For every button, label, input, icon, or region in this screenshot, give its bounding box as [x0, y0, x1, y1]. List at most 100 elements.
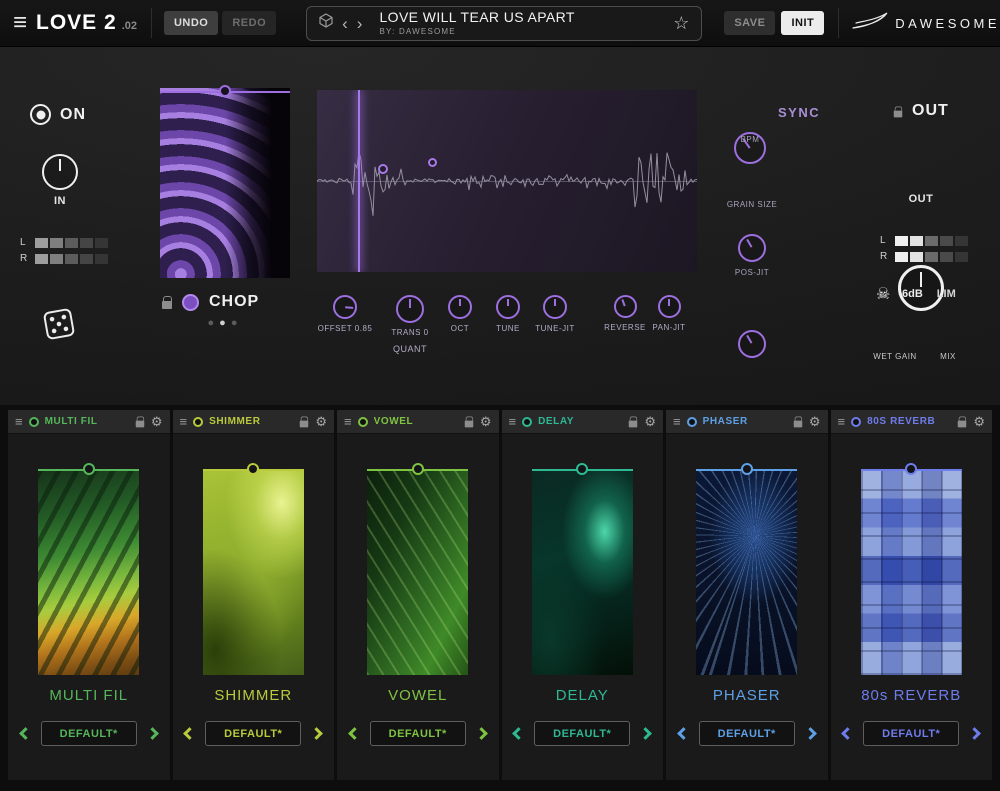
oct-knob[interactable]: [448, 295, 472, 319]
fx-next-preset-button[interactable]: [639, 727, 652, 740]
waveform-display[interactable]: [317, 90, 697, 272]
quant-label[interactable]: QUANT: [375, 344, 445, 354]
grain-size-knob[interactable]: [738, 234, 766, 262]
out-lock-icon[interactable]: [894, 110, 903, 117]
fx-enable-led[interactable]: [358, 417, 368, 427]
fx-enable-led[interactable]: [522, 417, 532, 427]
fx-next-preset-button[interactable]: [475, 727, 488, 740]
fx-prev-preset-button[interactable]: [348, 727, 361, 740]
tune-jit-knob[interactable]: [543, 295, 567, 319]
fx-prev-preset-button[interactable]: [841, 727, 854, 740]
fx-prev-preset-button[interactable]: [19, 727, 32, 740]
fx-menu-icon[interactable]: ≡: [509, 415, 517, 428]
fx-lock-icon[interactable]: [794, 421, 803, 428]
limiter-label: LIM: [937, 288, 956, 300]
fx-gear-icon[interactable]: ⚙: [973, 415, 985, 428]
chop-toggle[interactable]: [182, 294, 199, 311]
offset-knob[interactable]: [333, 295, 357, 319]
fx-preset-select[interactable]: DEFAULT*: [534, 721, 630, 746]
fx-artwork[interactable]: [532, 470, 633, 675]
fx-lock-icon[interactable]: [629, 421, 638, 428]
fx-slider-handle[interactable]: [247, 463, 259, 475]
fx-enable-led[interactable]: [851, 417, 861, 427]
fx-menu-icon[interactable]: ≡: [673, 415, 681, 428]
next-preset-button[interactable]: ›: [357, 15, 363, 32]
fx-menu-icon[interactable]: ≡: [180, 415, 188, 428]
fx-artwork[interactable]: [38, 470, 139, 675]
grain-marker: [378, 164, 388, 174]
fx-name: 80S REVERB: [867, 416, 951, 427]
fx-slider-handle[interactable]: [905, 463, 917, 475]
on-toggle[interactable]: ON: [30, 104, 86, 125]
fx-next-preset-button[interactable]: [968, 727, 981, 740]
fx-gear-icon[interactable]: ⚙: [480, 415, 492, 428]
fx-gear-icon[interactable]: ⚙: [315, 415, 327, 428]
trans-knob[interactable]: [396, 295, 424, 323]
fx-enable-led[interactable]: [29, 417, 39, 427]
meter-segments: [895, 236, 968, 246]
mix-label: MIX: [928, 352, 968, 361]
fx-slider-handle[interactable]: [412, 463, 424, 475]
fx-preset-select[interactable]: DEFAULT*: [205, 721, 301, 746]
in-knob[interactable]: [42, 154, 78, 190]
chop-label: CHOP: [209, 293, 259, 311]
chop-page-dots[interactable]: ●●●: [160, 317, 290, 329]
source-position-handle[interactable]: [219, 85, 231, 97]
fx-gear-icon[interactable]: ⚙: [151, 415, 163, 428]
on-toggle-ring[interactable]: [30, 104, 51, 125]
fx-lock-icon[interactable]: [136, 421, 145, 428]
fx-preset-select[interactable]: DEFAULT*: [699, 721, 795, 746]
fx-menu-icon[interactable]: ≡: [15, 415, 23, 428]
fx-lock-icon[interactable]: [465, 421, 474, 428]
fx-slider-handle[interactable]: [83, 463, 95, 475]
fx-title: SHIMMER: [214, 687, 292, 704]
randomize-dice-icon[interactable]: [38, 302, 80, 351]
fx-artwork[interactable]: [203, 470, 304, 675]
source-artwork[interactable]: [160, 88, 290, 278]
fx-next-preset-button[interactable]: [146, 727, 159, 740]
fx-artwork[interactable]: [696, 470, 797, 675]
init-button[interactable]: INIT: [781, 11, 824, 35]
fx-enable-led[interactable]: [193, 417, 203, 427]
pos-jit-knob[interactable]: [738, 330, 766, 358]
limiter-skull-icon[interactable]: ☠: [876, 284, 890, 304]
favorite-star-icon[interactable]: ☆: [673, 13, 689, 34]
tune-knob[interactable]: [496, 295, 520, 319]
fx-module-multi-fil: ≡ MULTI FIL ⚙ MULTI FIL DEFAULT*: [8, 410, 170, 780]
redo-button[interactable]: REDO: [222, 11, 276, 35]
menu-icon[interactable]: ≡: [13, 11, 27, 35]
fx-prev-preset-button[interactable]: [512, 727, 525, 740]
fx-gear-icon[interactable]: ⚙: [644, 415, 656, 428]
fx-artwork[interactable]: [861, 470, 962, 675]
fx-enable-led[interactable]: [687, 417, 697, 427]
fx-preset-name: DEFAULT*: [882, 728, 940, 740]
chop-lock-icon[interactable]: [162, 301, 172, 309]
fx-preset-select[interactable]: DEFAULT*: [370, 721, 466, 746]
fx-menu-icon[interactable]: ≡: [838, 415, 846, 428]
brand-logo: DAWESOME: [852, 11, 1000, 36]
fx-preset-row: DEFAULT*: [843, 721, 979, 746]
fx-artwork[interactable]: [367, 470, 468, 675]
fx-preset-select[interactable]: DEFAULT*: [41, 721, 137, 746]
fx-preset-name: DEFAULT*: [553, 728, 611, 740]
preset-browser[interactable]: ‹ › LOVE WILL TEAR US APART BY: DAWESOME…: [306, 6, 702, 41]
fx-gear-icon[interactable]: ⚙: [809, 415, 821, 428]
fx-lock-icon[interactable]: [300, 421, 309, 428]
fx-prev-preset-button[interactable]: [183, 727, 196, 740]
fx-next-preset-button[interactable]: [804, 727, 817, 740]
fx-preset-select[interactable]: DEFAULT*: [863, 721, 959, 746]
fx-prev-preset-button[interactable]: [677, 727, 690, 740]
prev-preset-button[interactable]: ‹: [342, 15, 348, 32]
fx-menu-icon[interactable]: ≡: [344, 415, 352, 428]
preset-cube-icon: [319, 13, 333, 33]
undo-button[interactable]: UNDO: [164, 11, 218, 35]
fx-slider-handle[interactable]: [741, 463, 753, 475]
source-knob-row: OFFSET 0.85 TRANS 0 QUANT OCT TUNE TUNE-…: [317, 295, 697, 367]
fx-preset-name: DEFAULT*: [389, 728, 447, 740]
save-button[interactable]: SAVE: [724, 11, 775, 35]
fx-slider-handle[interactable]: [576, 463, 588, 475]
fx-lock-icon[interactable]: [958, 421, 967, 428]
fx-next-preset-button[interactable]: [310, 727, 323, 740]
pan-jit-knob[interactable]: [658, 295, 681, 318]
fx-name: SHIMMER: [209, 416, 293, 427]
